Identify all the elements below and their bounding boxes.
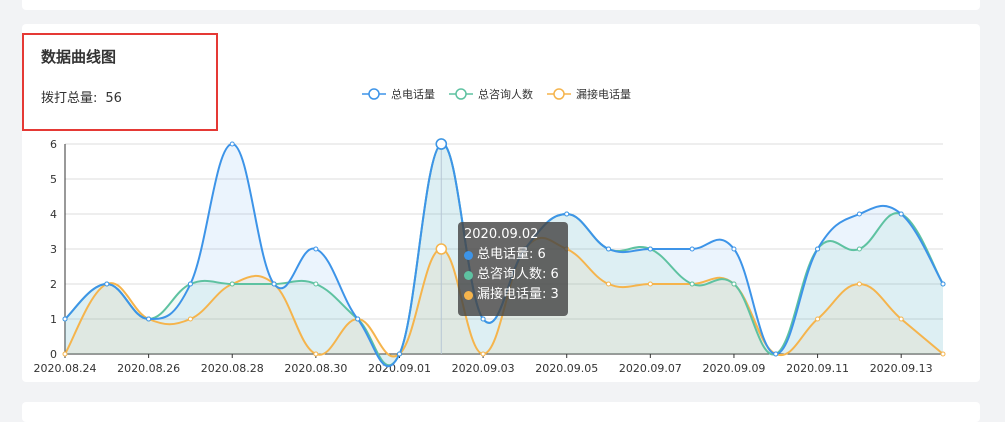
tooltip-dot-2 xyxy=(464,270,473,280)
chart-panel: 数据曲线图 拨打总量: 56 总电话量 总咨询人数 漏接电话量 0 1 2 3 4 5 6 20… xyxy=(22,24,980,382)
tooltip-row-3: 漏接电话量: 3 xyxy=(464,285,562,305)
point-series-3-20 xyxy=(898,316,904,322)
tooltip-dot-3 xyxy=(464,290,473,300)
y-tick-label-3: 3 xyxy=(50,243,57,256)
point-series-1-21 xyxy=(940,281,946,287)
tooltip-text-1: 总电话量: 6 xyxy=(477,247,546,262)
point-series-1-5 xyxy=(271,281,277,287)
point-series-2-15 xyxy=(689,281,695,287)
point-series-1-16 xyxy=(731,246,737,252)
point-series-1-13 xyxy=(606,246,612,252)
point-series-3-18 xyxy=(815,316,821,322)
point-series-2-4 xyxy=(229,281,235,287)
x-tick-label-20: 2020.09.13 xyxy=(870,362,933,375)
point-series-3-0 xyxy=(62,351,68,357)
point-series-1-17 xyxy=(773,351,779,357)
y-tick-label-4: 4 xyxy=(50,208,57,221)
point-series-3-19 xyxy=(856,281,862,287)
tooltip-row-2: 总咨询人数: 6 xyxy=(464,265,562,285)
line-chart[interactable]: 0 1 2 3 4 5 6 2020.08.24 2020.08.26 2020.08.28 202… xyxy=(22,24,980,382)
point-series-3-3 xyxy=(187,316,193,322)
point-series-2-16 xyxy=(731,281,737,287)
x-tick-label-14: 2020.09.07 xyxy=(619,362,682,375)
point-series-2-6 xyxy=(313,281,319,287)
point-series-1-14 xyxy=(647,246,653,252)
point-series-3-13 xyxy=(606,281,612,287)
x-tick-label-4: 2020.08.28 xyxy=(201,362,264,375)
x-tick-label-8: 2020.09.01 xyxy=(368,362,431,375)
tooltip-dot-1 xyxy=(464,250,473,260)
point-series-1-15 xyxy=(689,246,695,252)
tooltip-date: 2020.09.02 xyxy=(464,227,539,242)
point-series-3-10 xyxy=(480,351,486,357)
y-tick-label-5: 5 xyxy=(50,173,57,186)
point-series-1-8 xyxy=(396,351,402,357)
point-series-3-21 xyxy=(940,351,946,357)
tooltip-text-3: 漏接电话量: 3 xyxy=(477,287,559,302)
x-tick-label-0: 2020.08.24 xyxy=(34,362,97,375)
bottom-card xyxy=(22,402,980,422)
point-series-1-2 xyxy=(146,316,152,322)
point-series-1-12 xyxy=(564,211,570,217)
x-tick-label-10: 2020.09.03 xyxy=(452,362,515,375)
x-tick-label-6: 2020.08.30 xyxy=(284,362,347,375)
point-series-3-9 xyxy=(435,243,448,255)
y-tick-label-2: 2 xyxy=(50,278,57,291)
point-series-1-3 xyxy=(187,281,193,287)
x-tick-label-2: 2020.08.26 xyxy=(117,362,180,375)
point-series-1-9 xyxy=(435,138,448,150)
point-series-1-6 xyxy=(313,246,319,252)
x-tick-label-18: 2020.09.11 xyxy=(786,362,849,375)
x-tick-label-12: 2020.09.05 xyxy=(535,362,598,375)
x-tick-label-16: 2020.09.09 xyxy=(702,362,765,375)
y-tick-label-0: 0 xyxy=(50,348,57,361)
point-series-1-18 xyxy=(815,246,821,252)
point-series-3-6 xyxy=(313,351,319,357)
tooltip-text-2: 总咨询人数: 6 xyxy=(477,267,559,282)
point-series-3-14 xyxy=(647,281,653,287)
point-series-2-19 xyxy=(856,246,862,252)
tooltip-row-1: 总电话量: 6 xyxy=(464,245,562,265)
point-series-1-10 xyxy=(480,316,486,322)
y-tick-label-1: 1 xyxy=(50,313,57,326)
point-series-1-0 xyxy=(62,316,68,322)
point-series-1-7 xyxy=(355,316,361,322)
y-tick-label-6: 6 xyxy=(50,138,57,151)
point-series-1-1 xyxy=(104,281,110,287)
top-card xyxy=(22,0,980,10)
point-series-1-4 xyxy=(229,141,235,147)
point-series-1-19 xyxy=(856,211,862,217)
point-series-1-20 xyxy=(898,211,904,217)
chart-tooltip: 2020.09.02 总电话量: 6 总咨询人数: 6 漏接电话量: 3 xyxy=(458,222,568,316)
